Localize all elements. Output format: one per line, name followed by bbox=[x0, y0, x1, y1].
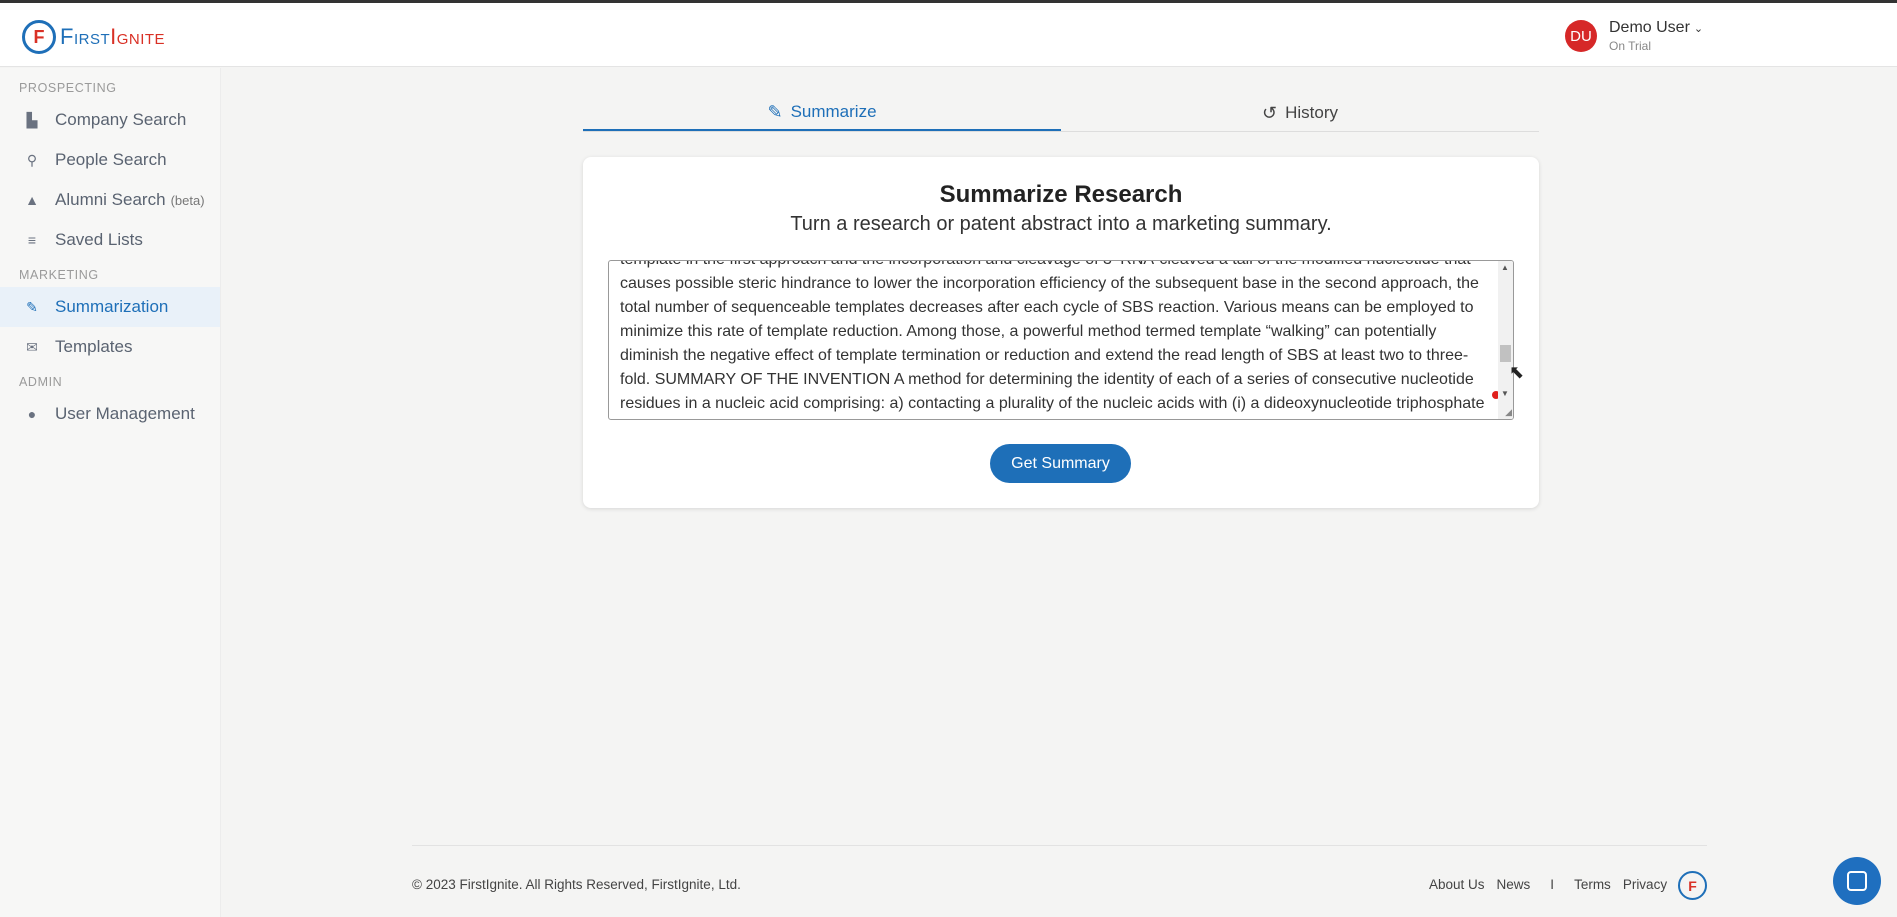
sidebar-item-label: Summarization bbox=[55, 297, 169, 316]
sidebar-item-company-search[interactable]: ▙ Company Search bbox=[0, 100, 220, 140]
sidebar-section-admin: ADMIN bbox=[19, 375, 63, 389]
tab-history[interactable]: ↺ History bbox=[1061, 95, 1539, 131]
sidebar-item-people-search[interactable]: ⚲ People Search bbox=[0, 140, 220, 180]
building-search-icon: ▙ bbox=[26, 111, 38, 128]
app-logo[interactable]: F FirstIgnite bbox=[22, 20, 165, 54]
sidebar-item-label: Company Search bbox=[55, 110, 187, 129]
chevron-down-icon[interactable]: ⌄ bbox=[1694, 23, 1703, 35]
history-icon: ↺ bbox=[1262, 102, 1278, 123]
user-info[interactable]: Demo User ⌄ On Trial bbox=[1609, 19, 1703, 53]
logo-mark: F bbox=[22, 20, 56, 54]
footer-logo-icon[interactable]: F bbox=[1678, 871, 1707, 900]
sidebar-item-alumni-search[interactable]: ▲ Alumni Search (beta) bbox=[0, 180, 220, 220]
tab-label: History bbox=[1285, 103, 1338, 122]
footer-link-news[interactable]: News bbox=[1497, 877, 1531, 892]
sidebar-item-label: Alumni Search bbox=[55, 190, 166, 209]
footer-divider bbox=[412, 845, 1707, 846]
get-summary-button[interactable]: Get Summary bbox=[990, 444, 1131, 483]
footer-link-terms[interactable]: Terms bbox=[1574, 877, 1611, 892]
envelope-icon: ✉ bbox=[26, 338, 38, 355]
chat-launcher-button[interactable] bbox=[1833, 857, 1881, 905]
sidebar-item-label: People Search bbox=[55, 150, 167, 169]
textarea-scrollbar[interactable]: ▲ ▼ bbox=[1498, 261, 1513, 419]
sidebar-item-summarization[interactable]: ✎ Summarization bbox=[0, 287, 220, 327]
footer-link-privacy[interactable]: Privacy bbox=[1623, 877, 1667, 892]
sidebar-section-marketing: MARKETING bbox=[19, 268, 99, 282]
document-edit-icon: ✎ bbox=[26, 298, 38, 315]
tab-label: Summarize bbox=[790, 102, 877, 121]
sidebar: PROSPECTING ▙ Company Search ⚲ People Se… bbox=[0, 68, 221, 917]
sidebar-item-templates[interactable]: ✉ Templates bbox=[0, 327, 220, 367]
avatar[interactable]: DU bbox=[1565, 20, 1597, 52]
resize-handle-icon[interactable]: ◢ bbox=[1505, 407, 1512, 418]
mouse-cursor-icon: ⬉ bbox=[1509, 362, 1525, 382]
chat-icon bbox=[1847, 871, 1867, 891]
list-check-icon: ≡ bbox=[27, 232, 37, 248]
top-header: F FirstIgnite DU Demo User ⌄ On Trial bbox=[0, 3, 1897, 67]
abstract-textarea[interactable]: template in the first approach and the i… bbox=[608, 260, 1514, 420]
user-menu[interactable]: DU Demo User ⌄ On Trial bbox=[1565, 19, 1703, 53]
user-name-row[interactable]: Demo User ⌄ bbox=[1609, 19, 1703, 37]
sidebar-item-label: Saved Lists bbox=[55, 230, 143, 249]
footer-links: About Us News I Terms Privacy bbox=[1429, 877, 1667, 892]
page-subtitle: Turn a research or patent abstract into … bbox=[790, 213, 1332, 235]
beta-badge: (beta) bbox=[170, 192, 205, 208]
page-title: Summarize Research bbox=[939, 181, 1183, 208]
users-icon: ● bbox=[27, 406, 37, 422]
graduation-cap-icon: ▲ bbox=[25, 192, 39, 208]
abstract-text[interactable]: template in the first approach and the i… bbox=[620, 261, 1490, 419]
sidebar-item-user-management[interactable]: ● User Management bbox=[0, 394, 220, 434]
footer-link-about[interactable]: About Us bbox=[1429, 877, 1485, 892]
user-status: On Trial bbox=[1609, 39, 1652, 53]
sidebar-item-label: User Management bbox=[55, 404, 195, 423]
footer-copyright: © 2023 FirstIgnite. All Rights Reserved,… bbox=[412, 877, 741, 892]
sidebar-item-label: Templates bbox=[55, 337, 133, 356]
scroll-up-arrow-icon[interactable]: ▲ bbox=[1501, 263, 1509, 272]
summarize-card: Summarize Research Turn a research or pa… bbox=[583, 157, 1539, 508]
person-search-icon: ⚲ bbox=[26, 151, 38, 168]
scrollbar-thumb[interactable] bbox=[1500, 345, 1511, 362]
tab-summarize[interactable]: ✎ Summarize bbox=[583, 95, 1061, 131]
sidebar-item-saved-lists[interactable]: ≡ Saved Lists bbox=[0, 220, 220, 260]
logo-wordmark: FirstIgnite bbox=[60, 24, 166, 49]
document-edit-icon: ✎ bbox=[767, 101, 783, 122]
sidebar-section-prospecting: PROSPECTING bbox=[19, 81, 117, 95]
scroll-down-arrow-icon[interactable]: ▼ bbox=[1501, 389, 1509, 398]
tab-bar: ✎ Summarize ↺ History bbox=[583, 95, 1539, 132]
footer-separator: I bbox=[1550, 877, 1555, 892]
